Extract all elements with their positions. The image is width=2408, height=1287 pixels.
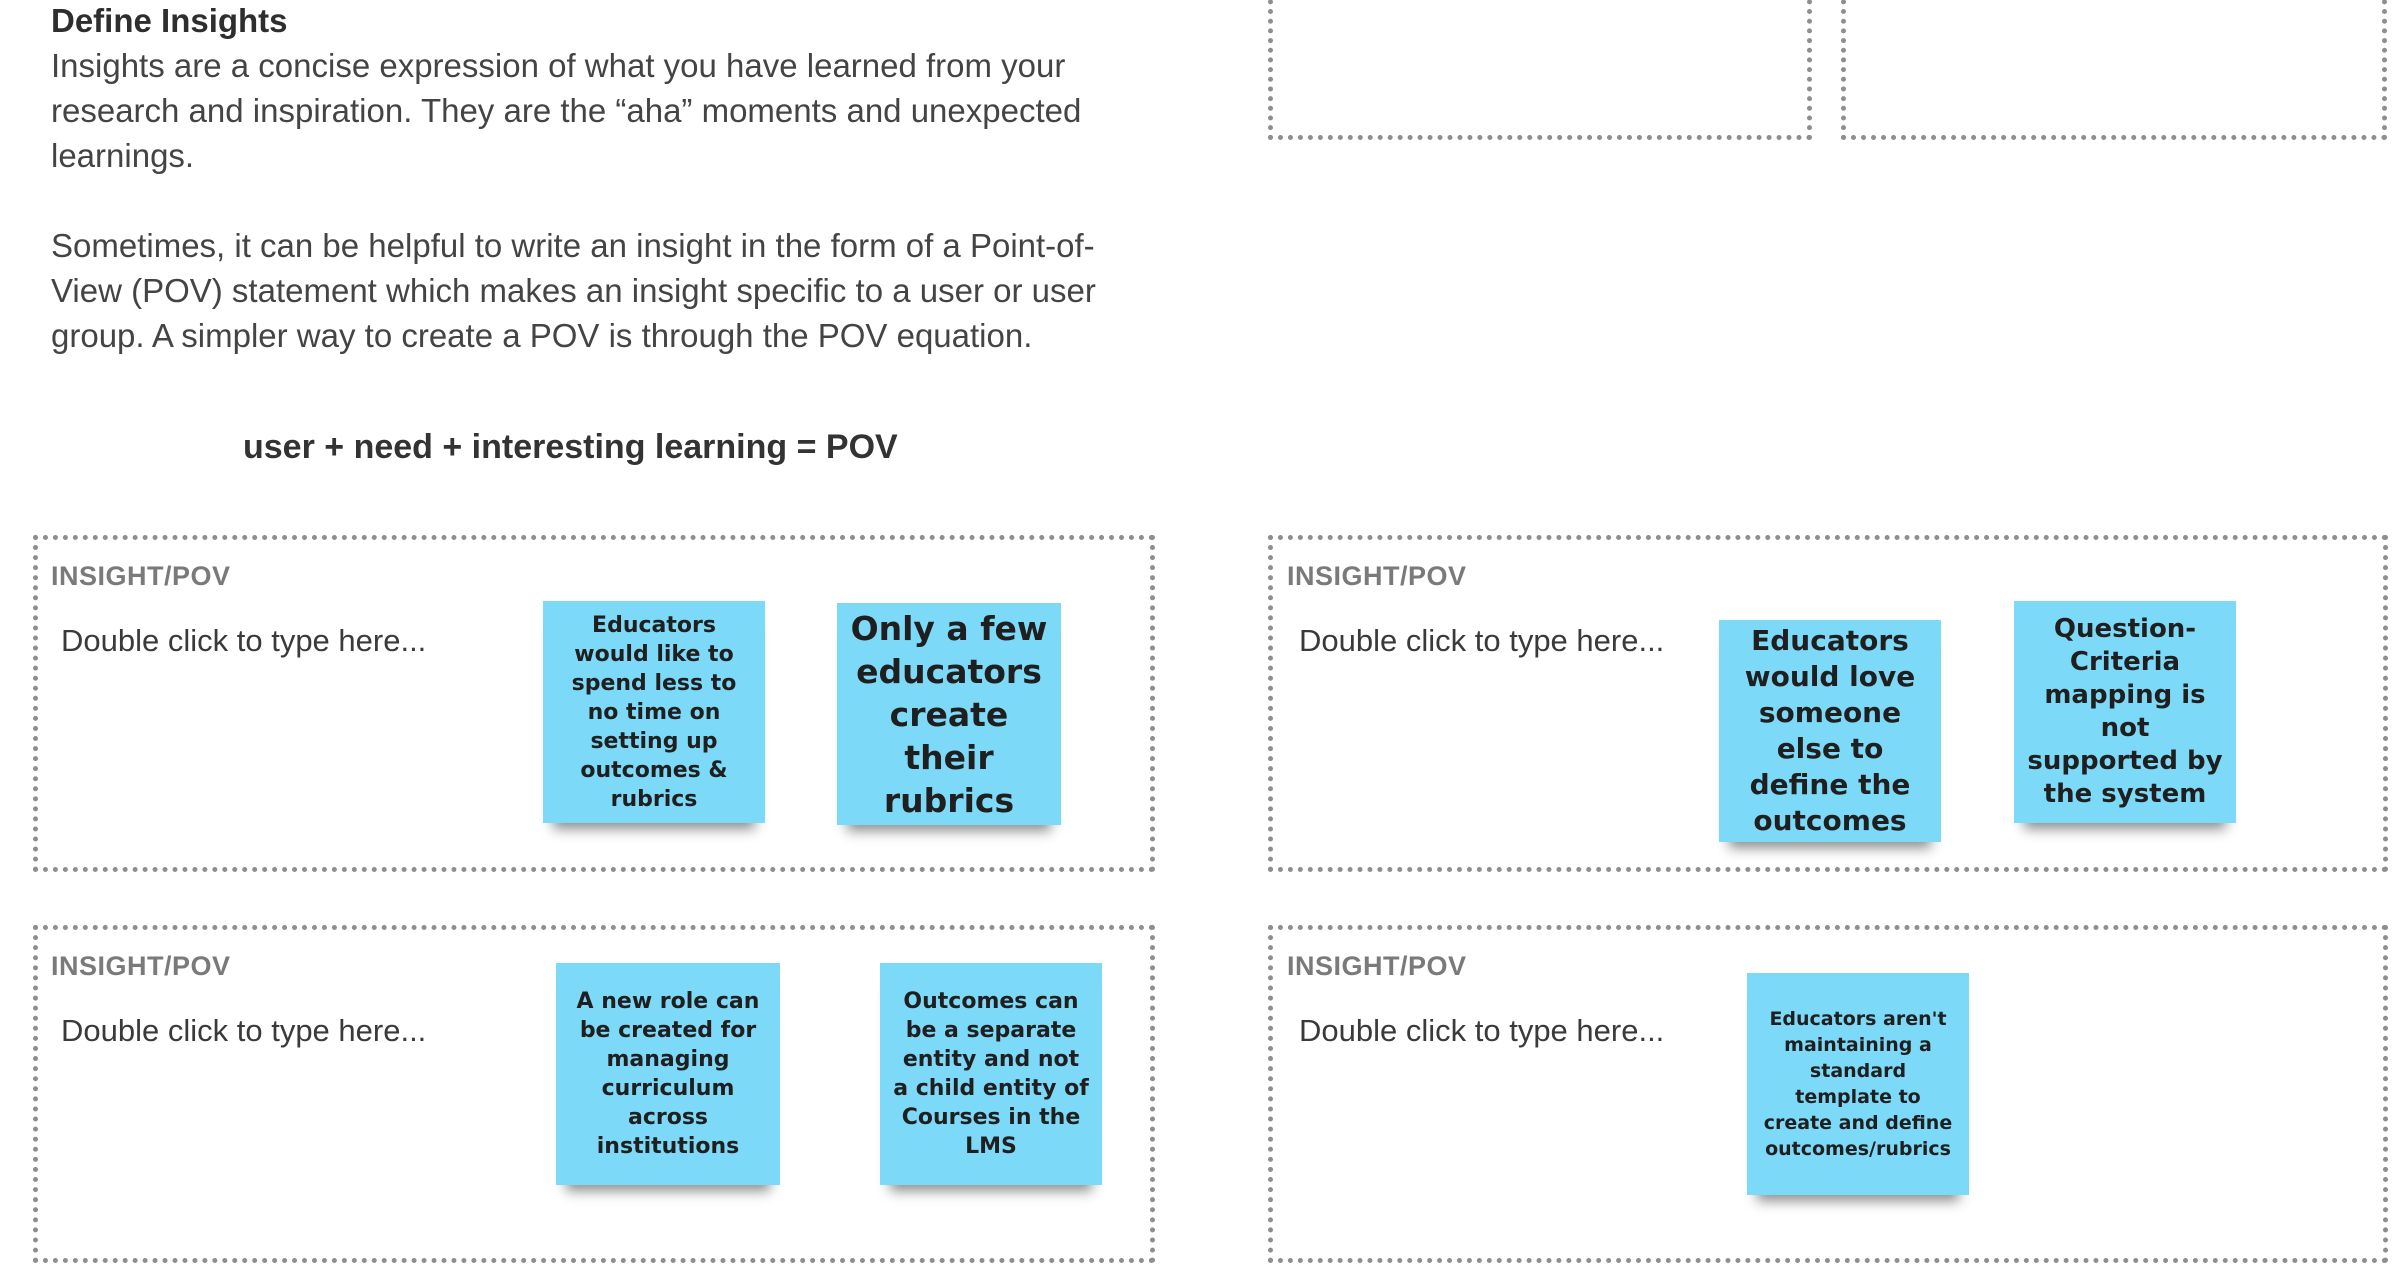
sticky-note[interactable]: A new role can be created for managing c…: [556, 963, 780, 1185]
sticky-note[interactable]: Educators would like to spend less to no…: [543, 601, 765, 823]
intro-paragraph-1: Insights are a concise expression of wha…: [51, 47, 1082, 174]
sticky-note[interactable]: Outcomes can be a separate entity and no…: [880, 963, 1102, 1185]
frame-placeholder-text[interactable]: Double click to type here...: [1299, 1013, 1664, 1049]
frame-placeholder-text[interactable]: Double click to type here...: [1299, 623, 1664, 659]
empty-frame-top-left[interactable]: [1268, 0, 1812, 140]
sticky-note[interactable]: Educators aren't maintaining a standard …: [1747, 973, 1969, 1195]
pov-equation: user + need + interesting learning = POV: [243, 428, 898, 466]
frame-placeholder-text[interactable]: Double click to type here...: [61, 623, 426, 659]
frame-placeholder-text[interactable]: Double click to type here...: [61, 1013, 426, 1049]
frame-label: INSIGHT/POV: [51, 561, 231, 591]
sticky-note[interactable]: Question-Criteria mapping is not support…: [2014, 601, 2236, 823]
frame-label: INSIGHT/POV: [1287, 951, 1467, 981]
sticky-note[interactable]: Educators would love someone else to def…: [1719, 620, 1941, 842]
sticky-note[interactable]: Only a few educators create their rubric…: [837, 603, 1061, 825]
frame-label: INSIGHT/POV: [1287, 561, 1467, 591]
empty-frame-top-right[interactable]: [1841, 0, 2387, 140]
section-title: Define Insights: [51, 2, 288, 39]
frame-label: INSIGHT/POV: [51, 951, 231, 981]
intro-paragraph-2: Sometimes, it can be helpful to write an…: [51, 227, 1096, 354]
